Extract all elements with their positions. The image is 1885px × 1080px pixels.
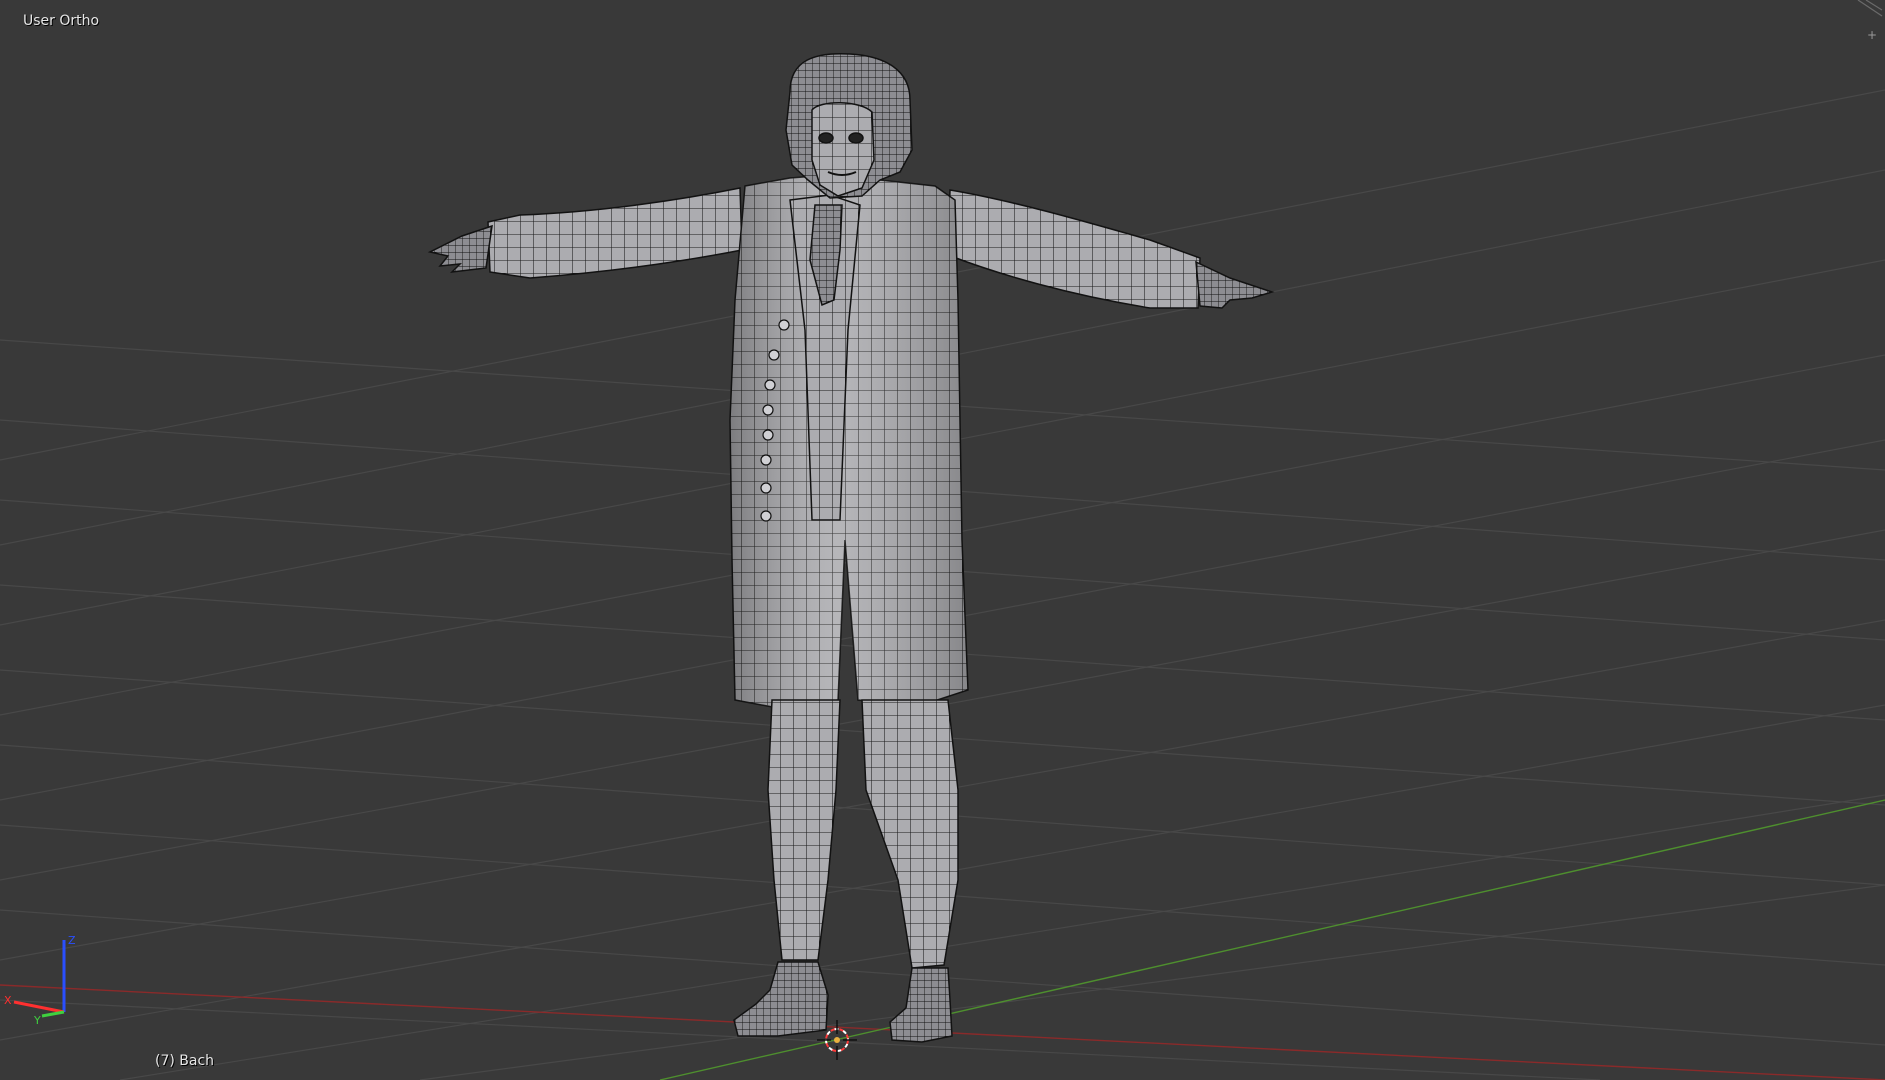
axes-gizmo: Z X Y <box>4 934 76 1027</box>
gizmo-y-axis <box>41 1010 65 1018</box>
gizmo-x-label: X <box>4 994 12 1007</box>
area-split-icon <box>1857 0 1883 17</box>
viewport-canvas[interactable]: Z X Y <box>0 0 1885 1080</box>
y-axis-line <box>659 799 1885 1080</box>
gizmo-x-axis <box>13 1000 65 1014</box>
plus-icon[interactable]: + <box>1865 28 1879 42</box>
view-mode-label: User Ortho <box>23 13 100 29</box>
active-object-label: (7) Bach <box>155 1053 215 1069</box>
gizmo-y-label: Y <box>33 1014 41 1027</box>
3d-viewport[interactable]: Z X Y User Ortho (7) Bach + <box>0 0 1885 1080</box>
gizmo-z-label: Z <box>68 934 76 947</box>
character-mesh <box>427 52 1275 1043</box>
